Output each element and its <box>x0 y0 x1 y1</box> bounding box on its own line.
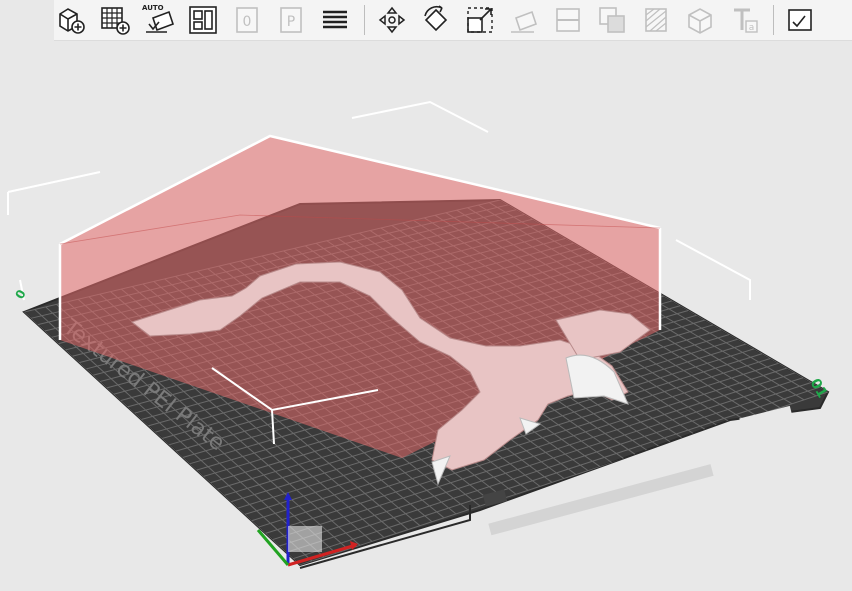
3d-viewport[interactable]: Textured PEI Plate 0 01 <box>0 0 852 591</box>
bed-corner-label-left: 0 <box>12 287 28 301</box>
